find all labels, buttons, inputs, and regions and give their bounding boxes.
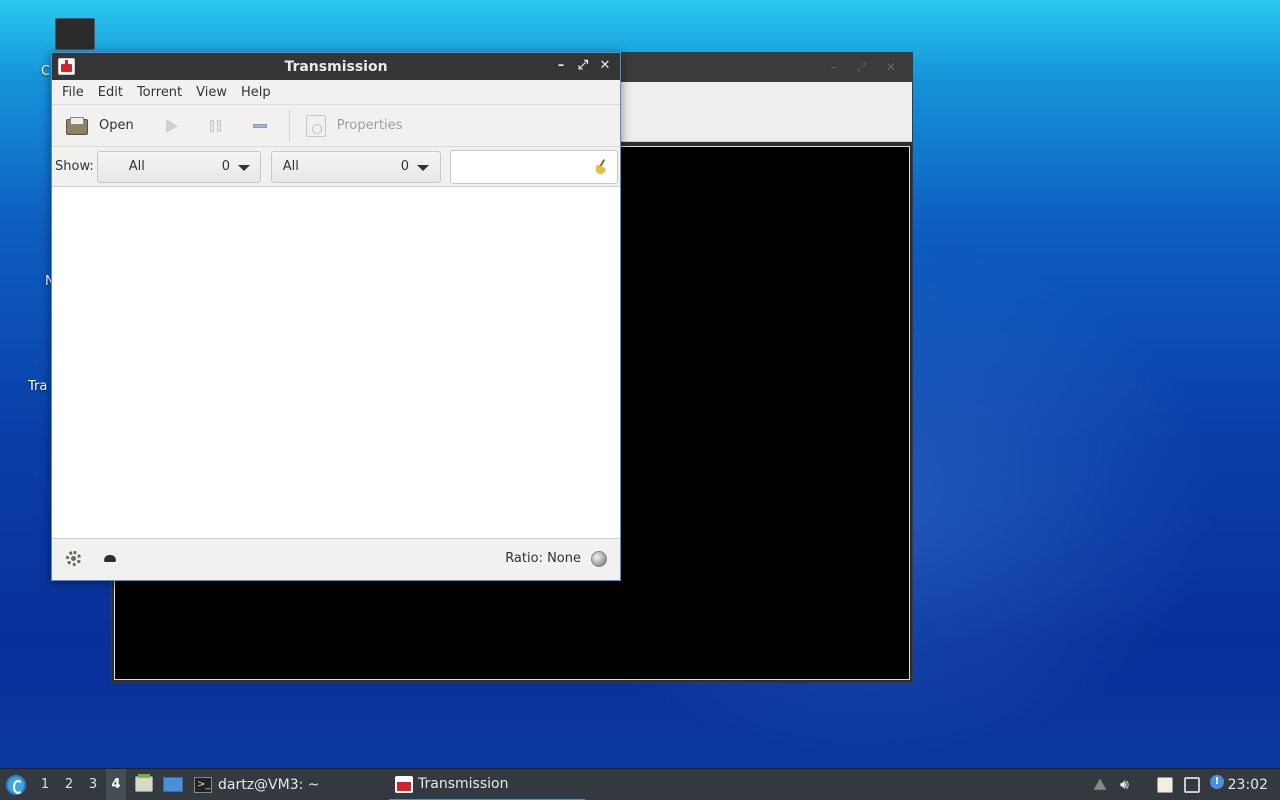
- workspace-2[interactable]: 2: [59, 769, 79, 800]
- ratio-text[interactable]: Ratio: None: [505, 551, 581, 566]
- workspace-4[interactable]: 4: [106, 769, 126, 800]
- ratio-mode-icon[interactable]: [591, 551, 607, 567]
- terminal-icon: >_: [194, 777, 212, 793]
- task-terminal[interactable]: >_ dartz@VM3: ~: [194, 769, 320, 800]
- search-input[interactable]: [449, 149, 618, 184]
- open-button[interactable]: Open: [64, 110, 134, 142]
- activity-filter-count: 0: [221, 159, 231, 174]
- close-icon[interactable]: ✕: [596, 57, 614, 75]
- menu-view[interactable]: View: [189, 80, 234, 105]
- minimize-icon[interactable]: –: [552, 57, 570, 75]
- clipboard-icon[interactable]: [1157, 777, 1173, 793]
- network-icon[interactable]: [1184, 777, 1200, 793]
- tracker-filter-combo[interactable]: All 0: [270, 150, 441, 183]
- activity-filter-value: All: [128, 159, 145, 174]
- start-torrent-icon[interactable]: [165, 118, 178, 133]
- activity-filter-combo[interactable]: All 0: [96, 150, 261, 183]
- chevron-down-icon: [237, 164, 250, 171]
- show-label: Show:: [55, 159, 94, 174]
- transmission-window: Transmission – ⤢ ✕ File Edit Torrent Vie…: [51, 52, 621, 581]
- window-title: Transmission: [284, 58, 388, 75]
- desktop-icon-computer[interactable]: [55, 18, 95, 50]
- show-desktop-icon[interactable]: [163, 777, 183, 792]
- menu-edit[interactable]: Edit: [91, 80, 130, 105]
- transmission-app-icon[interactable]: [58, 58, 75, 75]
- gear-icon[interactable]: [66, 551, 81, 566]
- volume-icon[interactable]: 🔊︎: [1120, 777, 1136, 793]
- filter-bar: Show: All 0 All 0: [52, 147, 620, 187]
- pause-torrent-icon[interactable]: [209, 119, 221, 132]
- desktop-label-3: Tra: [28, 379, 48, 394]
- window-controls: – ⤢ ✕: [552, 57, 614, 75]
- task-transmission[interactable]: Transmission: [389, 769, 585, 800]
- task-transmission-label: Transmission: [418, 776, 509, 792]
- torrent-list[interactable]: [52, 187, 620, 539]
- status-bar: Ratio: None: [52, 539, 620, 579]
- properties-button[interactable]: Properties: [290, 110, 403, 142]
- window-titlebar[interactable]: Transmission – ⤢ ✕: [52, 53, 620, 80]
- tracker-filter-value: All: [282, 159, 299, 174]
- workspace-1[interactable]: 1: [35, 769, 55, 800]
- menu-bar: File Edit Torrent View Help: [52, 80, 620, 105]
- menu-help[interactable]: Help: [234, 80, 278, 105]
- properties-label: Properties: [336, 118, 403, 133]
- turtle-icon[interactable]: [104, 555, 116, 562]
- open-label: Open: [99, 118, 134, 133]
- notification-icon[interactable]: !: [1210, 775, 1224, 789]
- toolbar: Open Properties: [52, 105, 620, 147]
- task-terminal-label: dartz@VM3: ~: [218, 777, 320, 793]
- menu-file[interactable]: File: [55, 80, 91, 105]
- eject-icon[interactable]: [1093, 778, 1107, 790]
- properties-icon: [305, 114, 326, 137]
- terminal-window-controls: – ⤢ ✕: [830, 60, 904, 74]
- file-manager-icon[interactable]: [135, 774, 153, 792]
- clear-search-icon[interactable]: [593, 159, 609, 175]
- transmission-icon: [395, 775, 413, 793]
- maximize-icon[interactable]: ⤢: [574, 57, 592, 75]
- chevron-down-icon: [416, 164, 429, 171]
- open-folder-icon: [64, 116, 88, 135]
- desktop-label-1: C: [41, 64, 51, 79]
- start-menu-icon[interactable]: [6, 775, 26, 795]
- tracker-filter-count: 0: [400, 159, 410, 174]
- menu-torrent[interactable]: Torrent: [130, 80, 189, 105]
- remove-torrent-icon[interactable]: [252, 123, 267, 128]
- workspace-3[interactable]: 3: [83, 769, 103, 800]
- clock[interactable]: 23:02: [1228, 769, 1268, 800]
- taskbar: 1 2 3 4 >_ dartz@VM3: ~ Transmission 🔊︎ …: [0, 768, 1280, 800]
